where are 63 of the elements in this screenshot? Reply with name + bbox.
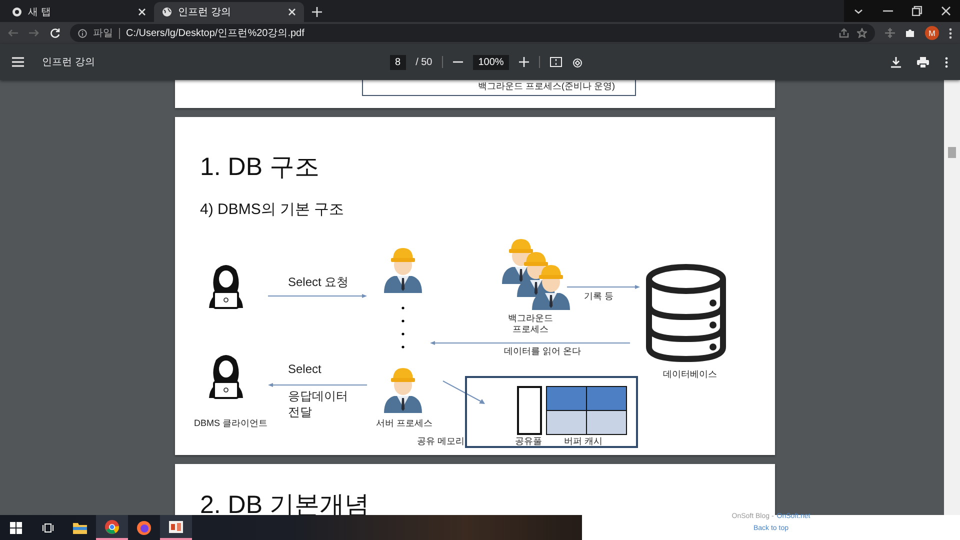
page-total: / 50 xyxy=(416,56,432,68)
arrow-label: Select xyxy=(288,362,322,378)
taskbar-button[interactable] xyxy=(96,515,128,540)
process-label: 백그라운드 프로세스 xyxy=(508,313,553,336)
task-view-icon[interactable] xyxy=(42,522,54,534)
close-icon[interactable] xyxy=(940,6,950,16)
browser-tab[interactable]: 인프런 강의 xyxy=(154,2,304,22)
browser-tab[interactable]: 새 탭 xyxy=(4,2,154,22)
tab-title: 인프런 강의 xyxy=(178,6,232,19)
arrow xyxy=(442,380,486,405)
pool-label: 공유풀 xyxy=(515,436,542,448)
more-icon[interactable] xyxy=(949,28,952,38)
presentation-icon[interactable] xyxy=(169,520,183,532)
close-icon[interactable] xyxy=(288,8,296,16)
slide-title: 1. DB 구조 xyxy=(200,152,320,183)
menu-icon[interactable] xyxy=(12,57,24,67)
zoom-in-icon[interactable] xyxy=(518,57,529,67)
minimize-icon[interactable] xyxy=(882,10,892,12)
zoom-field[interactable]: 100% xyxy=(473,54,509,70)
address-field[interactable]: 파일 C:/Users/lg/Desktop/인프런%20강의.pdf xyxy=(70,24,875,42)
download-icon[interactable] xyxy=(891,56,901,68)
arrow-label: 응답데이터 전달 xyxy=(288,389,348,420)
arrow-label: Select 요청 xyxy=(288,275,349,291)
user-laptop-icon xyxy=(207,262,245,310)
slide-subtitle: 4) DBMS의 기본 구조 xyxy=(200,200,344,219)
chevron-down-icon[interactable] xyxy=(854,8,863,14)
crosshair-icon[interactable] xyxy=(885,28,895,38)
close-icon[interactable] xyxy=(138,8,146,16)
fit-page-icon[interactable] xyxy=(550,57,562,67)
reload-icon[interactable] xyxy=(50,28,60,38)
shared-pool-block xyxy=(517,386,542,435)
cache-label: 버퍼 캐시 xyxy=(564,436,603,448)
process-label: 서버 프로세스 xyxy=(376,418,433,430)
plus-icon[interactable] xyxy=(312,7,322,17)
globe-icon xyxy=(162,7,172,17)
scheme-label: 파일 xyxy=(93,27,113,40)
rotate-icon[interactable] xyxy=(572,56,583,68)
tab-title: 새 탭 xyxy=(28,6,52,19)
ellipsis-dots xyxy=(401,306,405,350)
client-label: DBMS 클라이언트 xyxy=(194,418,268,430)
database-label: 데이터베이스 xyxy=(663,369,717,380)
more-icon[interactable] xyxy=(945,56,948,68)
browser-icon[interactable] xyxy=(105,520,119,534)
profile-avatar[interactable]: M xyxy=(925,26,939,40)
memory-label: 공유 메모리 xyxy=(417,436,465,448)
browser-icon[interactable] xyxy=(137,520,151,534)
taskbar-button[interactable] xyxy=(160,515,192,540)
print-icon[interactable] xyxy=(917,56,929,68)
database-icon xyxy=(645,263,727,363)
document-title: 인프런 강의 xyxy=(42,56,95,69)
page-number-field[interactable]: 8 xyxy=(390,54,406,70)
restore-icon[interactable] xyxy=(912,6,922,16)
share-icon[interactable] xyxy=(839,28,849,38)
box-caption: 백그라운드 프로세스(준비나 운영) xyxy=(478,80,615,93)
user-laptop-icon xyxy=(207,352,245,400)
star-icon[interactable] xyxy=(857,28,867,38)
start-icon[interactable] xyxy=(10,522,22,534)
arrow-label: 데이터를 읽어 온다 xyxy=(504,346,582,358)
folder-icon[interactable] xyxy=(73,522,87,534)
info-icon xyxy=(78,28,87,38)
arrow-label: 기록 등 xyxy=(584,291,614,302)
url-text: C:/Users/lg/Desktop/인프런%20강의.pdf xyxy=(126,27,304,40)
scrollbar[interactable] xyxy=(944,80,960,515)
